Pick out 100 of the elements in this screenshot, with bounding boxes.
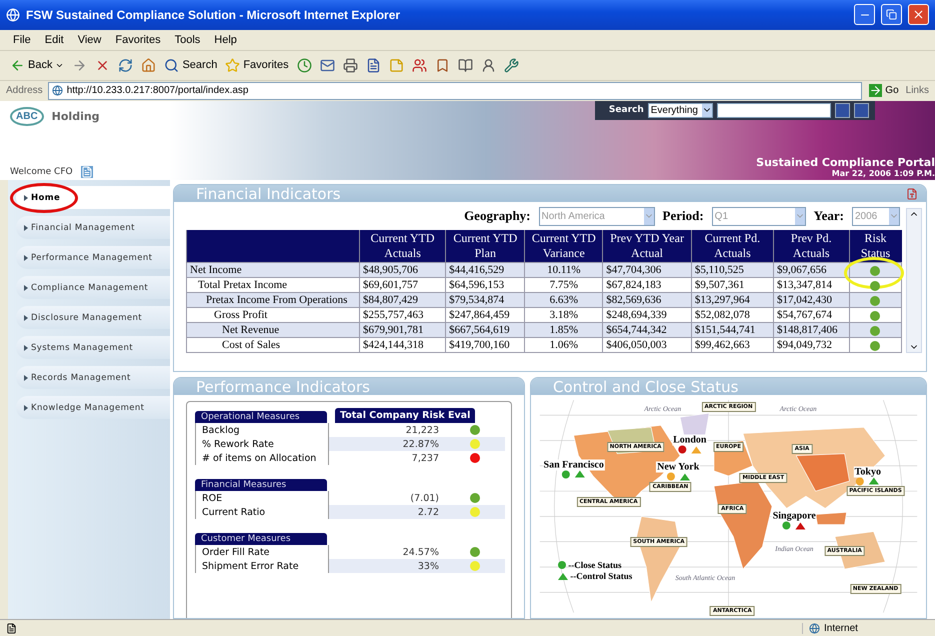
nav-item[interactable]: Knowledge Management (16, 396, 170, 420)
legend-label: --Close Status (568, 560, 622, 570)
menu-item[interactable]: Tools (168, 34, 208, 46)
address-field[interactable]: http://10.233.0.217:8007/portal/index.asp (48, 82, 862, 100)
row-label: Cost of Sales (186, 338, 360, 353)
clock-icon (296, 58, 312, 73)
bullet-icon (24, 344, 28, 351)
measure-value: 22.87% (329, 437, 445, 452)
measure-label: Backlog (195, 423, 329, 438)
city-label[interactable]: Singapore (772, 510, 817, 522)
note-icon (388, 58, 404, 73)
go-button[interactable]: Go (867, 82, 901, 100)
circle-icon (558, 561, 566, 570)
globe-icon (809, 622, 820, 634)
minimize-button[interactable] (854, 4, 875, 26)
scrollbar[interactable] (906, 208, 922, 354)
refresh-icon (118, 58, 134, 73)
column-header: Current YTD Plan (446, 230, 525, 263)
row-label: Net Income (186, 262, 360, 278)
menu-item[interactable]: Favorites (108, 34, 168, 46)
menu-item[interactable]: Help (207, 34, 244, 46)
menu-item[interactable]: View (70, 34, 108, 46)
company-name: Holding (52, 110, 100, 123)
bullet-icon (24, 404, 28, 411)
table-cell: $424,144,318 (360, 338, 446, 353)
close-button[interactable] (908, 4, 929, 26)
table-cell: $48,905,706 (360, 262, 446, 278)
date-time: Mar 22, 2006 1:09 P.M. (830, 169, 935, 180)
measure-value: 33% (329, 559, 445, 574)
search-button[interactable] (835, 102, 850, 118)
menu-item[interactable]: File (6, 34, 38, 46)
star-icon (225, 58, 240, 73)
table-cell: 10.11% (524, 262, 603, 278)
panel-title: Control and Close Status (553, 378, 738, 396)
bullet-icon (24, 314, 28, 321)
pdf-icon[interactable] (906, 188, 918, 200)
zone-label: Internet (824, 622, 858, 634)
measure-value: 7,237 (410, 452, 440, 466)
column-header: Current YTD Actuals (360, 230, 446, 263)
search-button[interactable]: Search (162, 56, 220, 75)
favorites-button[interactable]: Favorites (223, 56, 291, 75)
bullet-icon (24, 254, 28, 261)
city-label[interactable]: New York (656, 462, 700, 473)
search-label: Search (608, 105, 644, 116)
back-button[interactable]: Back (8, 56, 66, 75)
panel-title: Financial Indicators (196, 185, 341, 203)
nav-item[interactable]: Compliance Management (16, 276, 170, 300)
measure-value: (7.01) (409, 492, 440, 506)
highlight-ring (10, 183, 78, 214)
legend-label: --Control Status (570, 571, 632, 582)
city-label[interactable]: Tokyo (854, 466, 882, 478)
restore-button[interactable] (881, 4, 902, 26)
column-header: Current YTD Variance (524, 230, 603, 263)
arrow-right-icon (869, 84, 882, 98)
table-cell: $5,110,525 (691, 262, 774, 278)
column-header: Current Pd. Actuals (691, 230, 774, 263)
bullet-icon (24, 194, 28, 201)
tool-button[interactable] (502, 56, 521, 75)
home-icon (141, 58, 156, 73)
filter-label: Year: (814, 208, 844, 224)
column-header: Prev YTD Year Actual (602, 230, 692, 263)
advanced-search-button[interactable] (854, 102, 869, 118)
browser-icon (6, 8, 20, 22)
search-field[interactable] (717, 102, 831, 118)
nav-item[interactable]: Records Management (16, 366, 170, 390)
table-cell: $44,416,529 (446, 262, 525, 278)
print-button[interactable] (340, 56, 360, 75)
bullet-icon (24, 224, 28, 231)
column-header: Prev Pd. Actuals (774, 230, 849, 263)
group-title: Financial Measures (195, 479, 327, 492)
search-icon (164, 58, 180, 73)
history-button[interactable] (294, 56, 314, 75)
restore-icon (886, 9, 897, 20)
measure-value: 21,223 (404, 424, 440, 438)
table-cell: $406,050,003 (602, 338, 692, 353)
nav-item[interactable]: Systems Management (16, 336, 170, 360)
table-cell: $47,704,306 (602, 262, 692, 278)
links-label[interactable]: Links (906, 85, 929, 96)
book-icon (458, 58, 473, 73)
nav-item[interactable]: Disclosure Management (16, 306, 170, 330)
measure-label: ROE (195, 491, 329, 506)
person-icon (480, 58, 496, 73)
nav-item[interactable]: Performance Management (16, 246, 170, 270)
nav-item[interactable]: Financial Management (16, 216, 170, 240)
panel-title: Performance Indicators (196, 378, 370, 396)
group-title: Customer Measures (195, 533, 327, 546)
search-scope-select[interactable]: Everything (648, 102, 713, 118)
document-icon (366, 58, 381, 73)
group-title: Operational Measures (195, 411, 327, 424)
filter-label: Geography: (464, 208, 531, 224)
measure-value: 2.72 (329, 505, 445, 520)
mail-icon (320, 58, 335, 73)
column-header: Risk Status (849, 230, 902, 263)
table-cell: $99,462,663 (691, 338, 774, 353)
menu-item[interactable]: Edit (38, 34, 71, 46)
arrow-right-icon (72, 58, 88, 73)
city-label[interactable]: San Francisco (542, 459, 605, 470)
portal-title: Sustained Compliance Portal (756, 156, 935, 170)
triangle-icon (558, 572, 568, 580)
city-label[interactable]: London (672, 434, 708, 446)
